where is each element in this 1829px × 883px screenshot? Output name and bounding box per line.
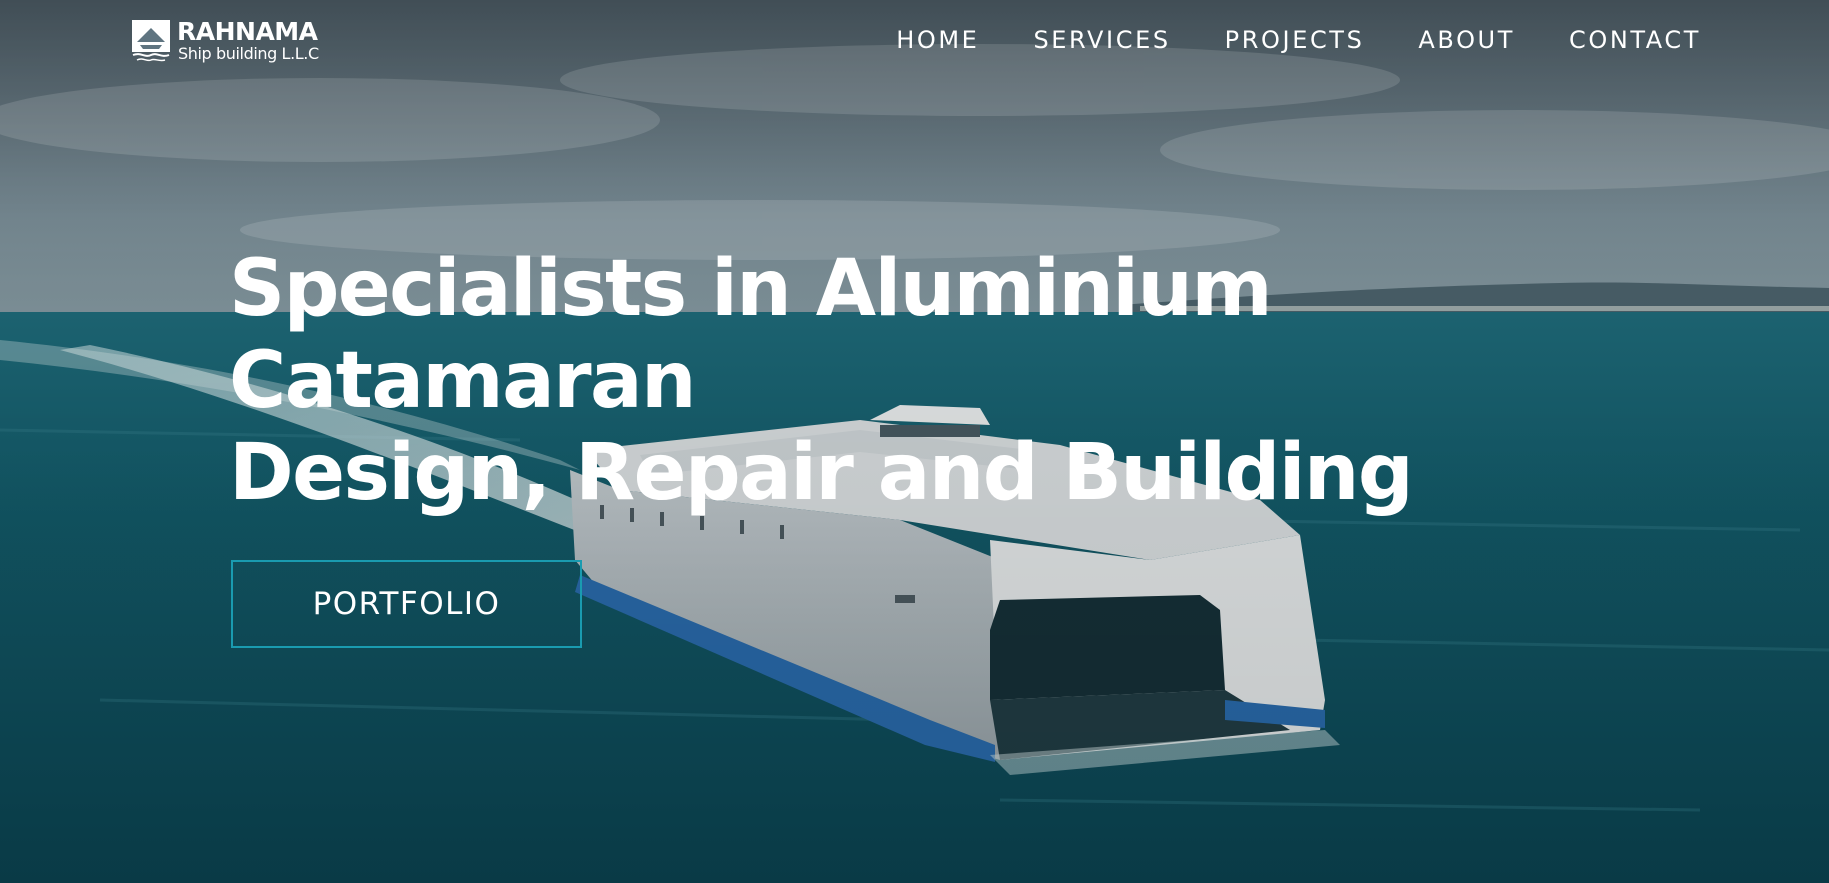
nav-home[interactable]: HOME bbox=[896, 22, 979, 58]
portfolio-button[interactable]: PORTFOLIO bbox=[231, 560, 582, 648]
hero-headline: Specialists in Aluminium Catamaran Desig… bbox=[229, 243, 1414, 519]
ship-emblem-icon bbox=[132, 20, 170, 62]
main-navigation: HOME SERVICES PROJECTS ABOUT CONTACT bbox=[896, 22, 1701, 58]
brand-name: RAHNAMA bbox=[177, 17, 318, 46]
nav-services[interactable]: SERVICES bbox=[1033, 22, 1170, 58]
nav-contact[interactable]: CONTACT bbox=[1569, 22, 1701, 58]
brand-subtitle: Ship building L.L.C bbox=[178, 44, 319, 63]
hero-section: RAHNAMA Ship building L.L.C HOME SERVICE… bbox=[0, 0, 1829, 883]
headline-line: Catamaran bbox=[229, 336, 697, 426]
headline-line: Specialists in Aluminium bbox=[229, 244, 1273, 334]
brand-logo[interactable]: RAHNAMA Ship building L.L.C bbox=[131, 18, 319, 64]
headline-line: Design, Repair and Building bbox=[229, 428, 1414, 518]
nav-projects[interactable]: PROJECTS bbox=[1225, 22, 1365, 58]
nav-about[interactable]: ABOUT bbox=[1418, 22, 1515, 58]
